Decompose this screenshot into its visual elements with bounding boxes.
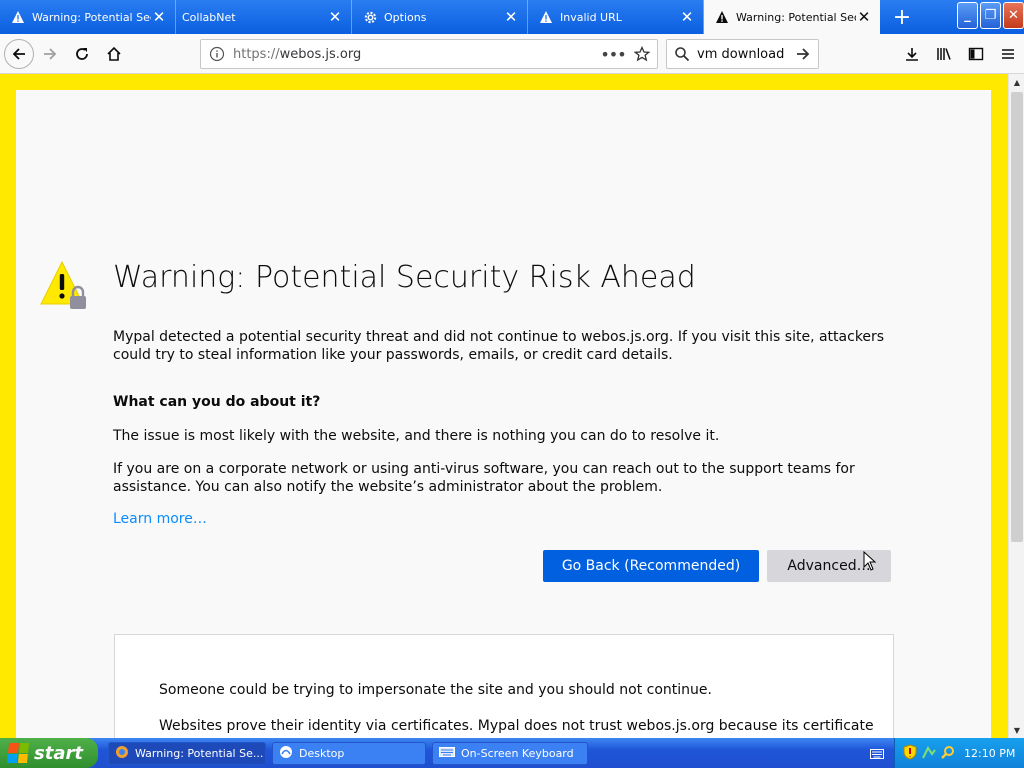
hamburger-menu-icon bbox=[1002, 49, 1014, 59]
clock[interactable]: 12:10 PM bbox=[964, 747, 1015, 760]
download-icon bbox=[906, 48, 918, 61]
downloads-button[interactable] bbox=[896, 38, 928, 70]
gear-icon bbox=[362, 9, 378, 25]
system-tray: 12:10 PM bbox=[894, 738, 1024, 768]
bookmark-star-icon[interactable] bbox=[627, 46, 657, 62]
forward-button[interactable] bbox=[34, 38, 66, 70]
close-icon[interactable]: ✕ bbox=[151, 9, 167, 25]
tab-collabnet[interactable]: CollabNet ✕ bbox=[176, 0, 352, 34]
search-input[interactable]: vm download bbox=[697, 47, 788, 62]
desktop-icon bbox=[279, 745, 293, 762]
section-heading: What can you do about it? bbox=[113, 394, 321, 410]
menu-button[interactable] bbox=[992, 38, 1024, 70]
home-icon bbox=[107, 46, 121, 61]
search-bar[interactable]: vm download bbox=[666, 39, 819, 69]
close-icon[interactable]: ✕ bbox=[503, 9, 519, 25]
window-close-button[interactable]: ✕ bbox=[1003, 2, 1024, 29]
windows-logo-icon bbox=[6, 743, 30, 763]
back-button[interactable] bbox=[4, 38, 34, 69]
keyboard-tray-icon[interactable] bbox=[870, 745, 884, 764]
close-icon[interactable]: ✕ bbox=[856, 9, 872, 25]
keyboard-icon bbox=[439, 746, 455, 761]
forward-arrow-icon bbox=[44, 47, 57, 60]
new-tab-button[interactable]: + bbox=[880, 0, 924, 34]
error-page: Warning: Potential Security Risk Ahead M… bbox=[16, 90, 991, 738]
network-icon[interactable] bbox=[922, 745, 936, 762]
warning-icon bbox=[538, 9, 554, 25]
sidebar-button[interactable] bbox=[960, 38, 992, 70]
vertical-scrollbar[interactable]: ▲ ▼ bbox=[1008, 74, 1024, 738]
go-back-button[interactable]: Go Back (Recommended) bbox=[543, 550, 759, 582]
library-icon bbox=[937, 48, 951, 60]
search-tray-icon[interactable] bbox=[941, 745, 955, 762]
warning-icon bbox=[714, 9, 730, 25]
scroll-up-icon[interactable]: ▲ bbox=[1009, 74, 1024, 90]
tab-label: Invalid URL bbox=[560, 10, 622, 24]
security-shield-icon[interactable] bbox=[903, 743, 917, 763]
taskbar-item-label: Warning: Potential Se... bbox=[135, 746, 264, 760]
tab-warning-1[interactable]: Warning: Potential Secu ✕ bbox=[0, 0, 176, 34]
tab-label: Warning: Potential Secu bbox=[32, 10, 151, 24]
taskbar-item-desktop[interactable]: Desktop bbox=[272, 741, 426, 765]
url-bar[interactable]: https://webos.js.org ••• bbox=[200, 39, 658, 69]
detail-text-1: Someone could be trying to impersonate t… bbox=[159, 682, 712, 698]
page-viewport: Warning: Potential Security Risk Ahead M… bbox=[0, 74, 1008, 738]
tab-warning-active[interactable]: Warning: Potential Secu ✕ bbox=[704, 0, 880, 34]
intro-text: Mypal detected a potential security thre… bbox=[113, 329, 885, 363]
tab-options[interactable]: Options ✕ bbox=[352, 0, 528, 34]
nav-bar: https://webos.js.org ••• vm download bbox=[0, 34, 1024, 74]
restore-button[interactable]: ❐ bbox=[980, 2, 1001, 29]
page-title: Warning: Potential Security Risk Ahead bbox=[113, 260, 696, 295]
sidebar-icon bbox=[968, 47, 984, 61]
tab-label: Warning: Potential Secu bbox=[736, 10, 856, 24]
warning-lock-icon bbox=[40, 260, 92, 312]
home-button[interactable] bbox=[98, 38, 130, 70]
search-go-icon[interactable] bbox=[788, 46, 818, 62]
toolbar-buttons bbox=[896, 38, 1024, 70]
taskbar-item-label: On-Screen Keyboard bbox=[461, 746, 574, 760]
page-actions-icon[interactable]: ••• bbox=[599, 45, 627, 64]
minimize-button[interactable]: _ bbox=[957, 2, 978, 29]
scroll-down-icon[interactable]: ▼ bbox=[1009, 722, 1024, 738]
url-host: webos.js.org bbox=[279, 46, 362, 62]
start-button[interactable]: start bbox=[0, 738, 98, 768]
advanced-details-panel: Someone could be trying to impersonate t… bbox=[114, 634, 894, 738]
url-scheme: https:// bbox=[233, 46, 280, 62]
search-icon bbox=[667, 46, 697, 62]
close-icon[interactable]: ✕ bbox=[327, 9, 343, 25]
window-controls: _ ❐ ✕ bbox=[957, 2, 1024, 29]
start-label: start bbox=[34, 742, 83, 764]
taskbar-item-browser[interactable]: Warning: Potential Se... bbox=[108, 741, 266, 765]
tab-label: CollabNet bbox=[182, 10, 236, 24]
mouse-cursor-icon bbox=[863, 550, 877, 575]
reload-button[interactable] bbox=[66, 38, 98, 70]
tab-invalid-url[interactable]: Invalid URL ✕ bbox=[528, 0, 704, 34]
close-icon[interactable]: ✕ bbox=[679, 9, 695, 25]
library-button[interactable] bbox=[928, 38, 960, 70]
taskbar: start Warning: Potential Se... Desktop O… bbox=[0, 738, 1024, 768]
back-arrow-icon bbox=[12, 47, 25, 60]
taskbar-item-label: Desktop bbox=[299, 746, 345, 760]
scroll-thumb[interactable] bbox=[1011, 92, 1023, 542]
url-text[interactable]: https://webos.js.org bbox=[233, 47, 599, 62]
learn-more-link[interactable]: Learn more… bbox=[113, 511, 207, 527]
taskbar-item-osk[interactable]: On-Screen Keyboard bbox=[432, 741, 588, 765]
reload-icon bbox=[76, 47, 88, 60]
tab-strip: Warning: Potential Secu ✕ CollabNet ✕ Op… bbox=[0, 0, 1024, 34]
answer-text-2: If you are on a corporate network or usi… bbox=[113, 461, 855, 495]
answer-text-1: The issue is most likely with the websit… bbox=[113, 428, 720, 444]
browser-icon bbox=[115, 745, 129, 762]
warning-icon bbox=[10, 9, 26, 25]
tab-label: Options bbox=[384, 10, 427, 24]
detail-text-2: Websites prove their identity via certif… bbox=[159, 718, 874, 734]
info-icon[interactable] bbox=[201, 46, 233, 62]
